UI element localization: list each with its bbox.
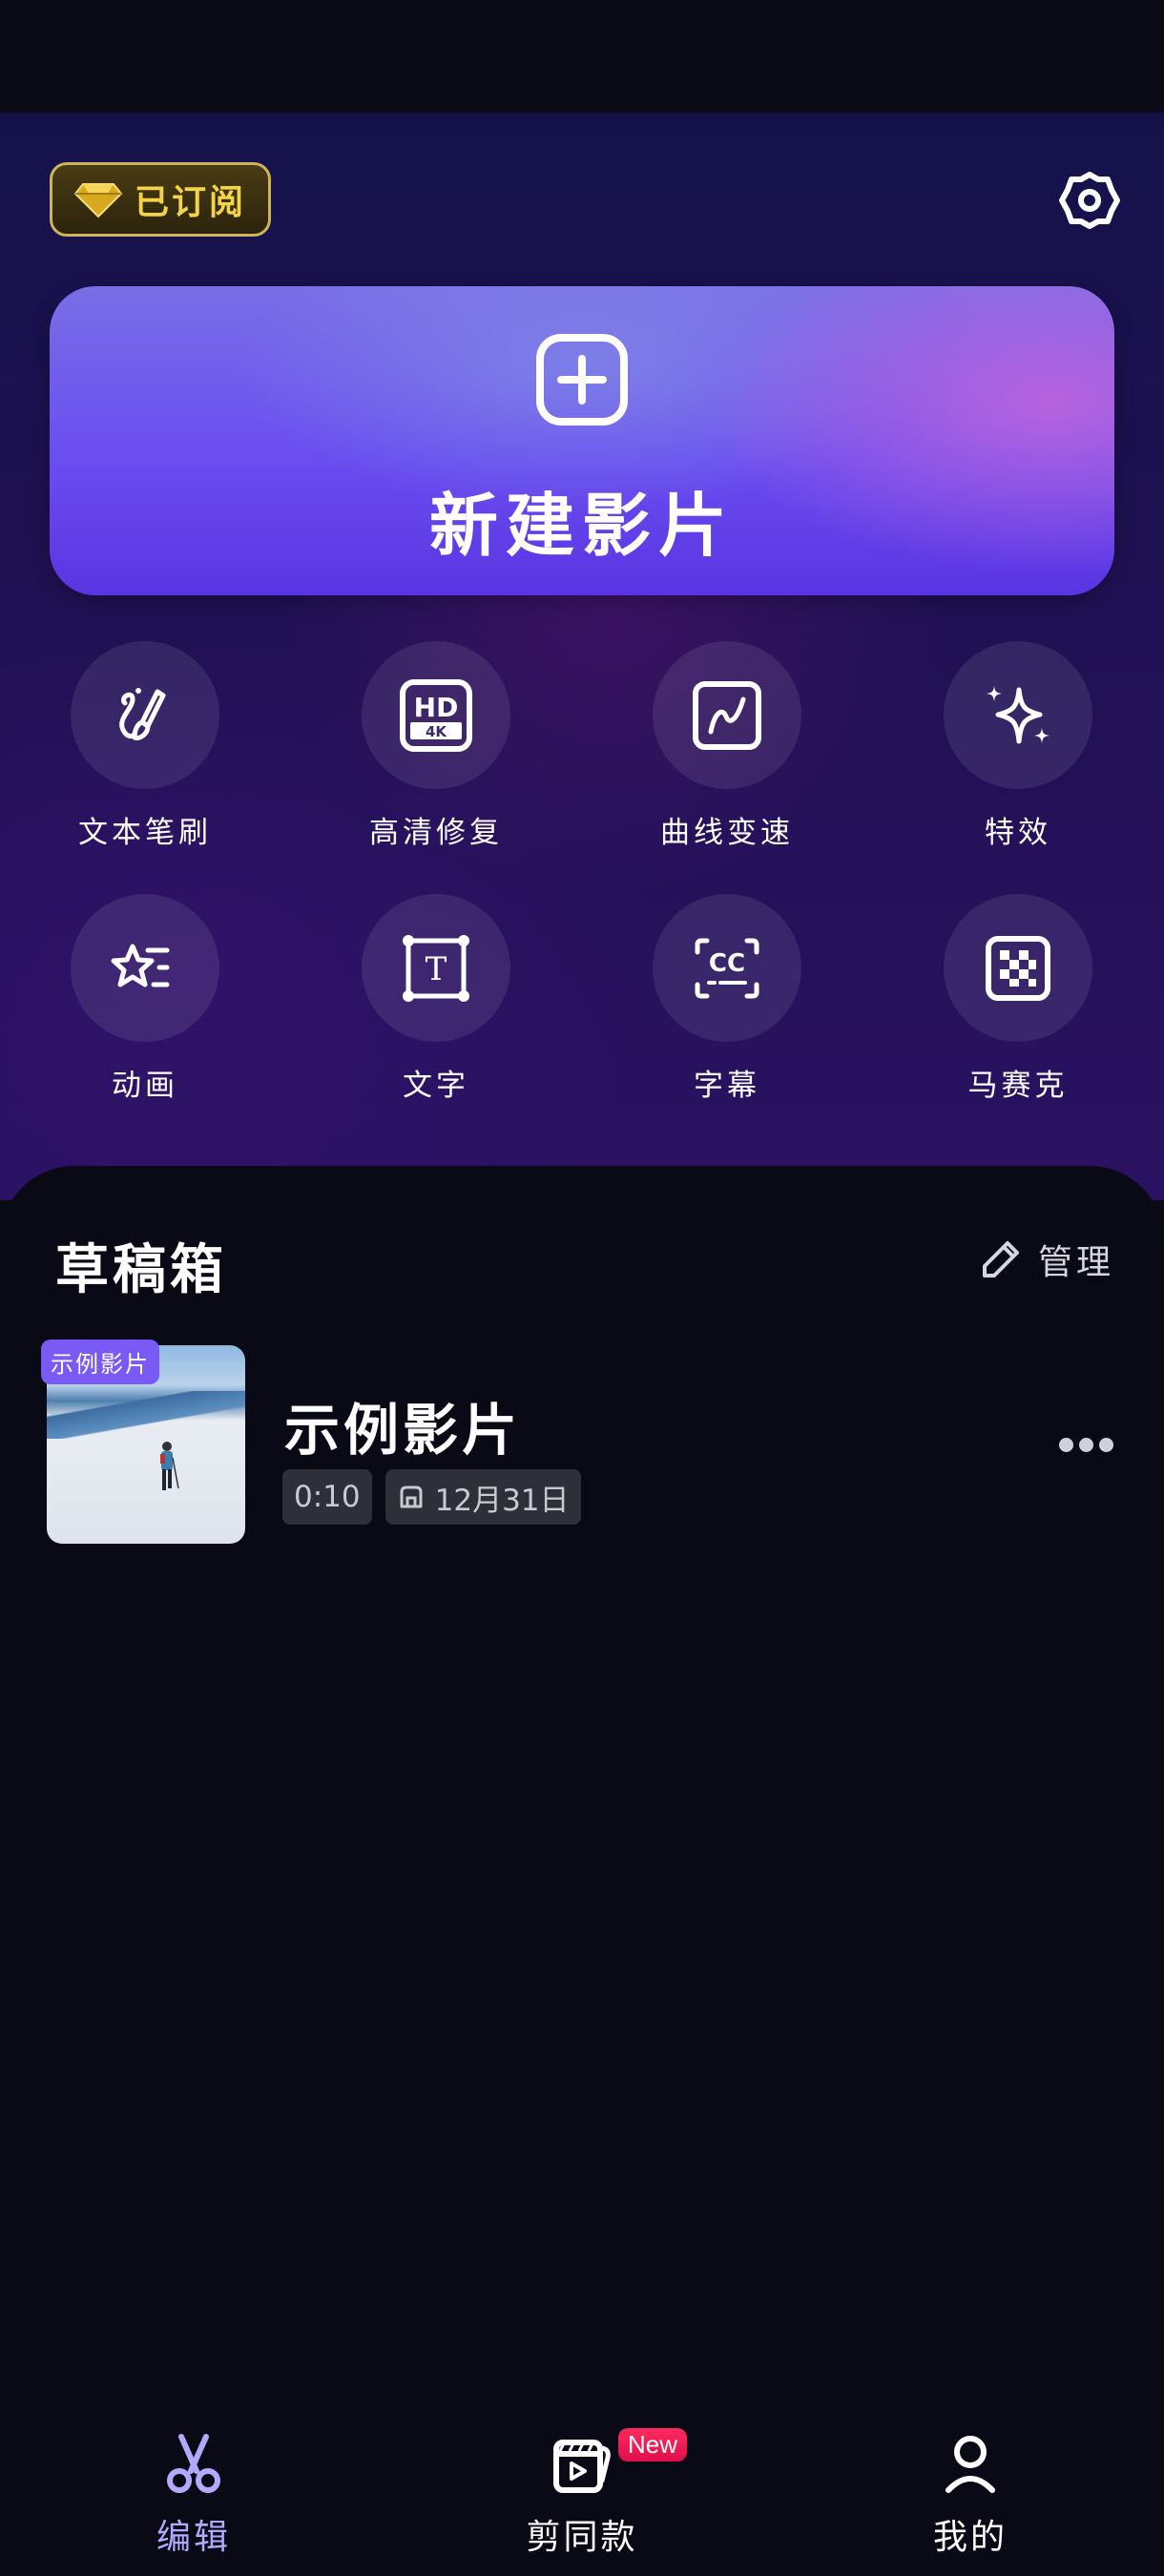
draft-meta: 0:10 12月31日 bbox=[282, 1469, 581, 1525]
tool-icon-circle: CC bbox=[653, 894, 801, 1042]
dot bbox=[1059, 1437, 1073, 1452]
dot bbox=[1079, 1437, 1093, 1452]
tool-curve-speed[interactable]: 曲线变速 bbox=[632, 641, 822, 851]
status-bar bbox=[0, 0, 1164, 113]
tool-label: 字幕 bbox=[694, 1069, 760, 1103]
tool-icon-circle bbox=[944, 894, 1092, 1042]
text-box-icon: T bbox=[403, 934, 469, 1002]
tool-icon-circle: HD 4K bbox=[362, 641, 510, 789]
duration-value: 0:10 bbox=[294, 1480, 361, 1514]
mosaic-icon bbox=[986, 935, 1050, 1001]
curve-speed-icon bbox=[693, 680, 761, 750]
tool-subtitles[interactable]: CC 字幕 bbox=[632, 894, 822, 1104]
tool-text[interactable]: T 文字 bbox=[341, 894, 531, 1104]
saved-date-value: 12月31日 bbox=[434, 1483, 570, 1518]
tool-text-brush[interactable]: 文本笔刷 bbox=[50, 641, 240, 851]
hd-4k-icon: HD 4K bbox=[400, 678, 472, 752]
star-animation-icon bbox=[111, 944, 170, 987]
tool-label: 高清修复 bbox=[369, 816, 503, 850]
subscription-badge[interactable]: 已订阅 bbox=[50, 162, 271, 237]
draft-item[interactable]: 示例影片 示例影片 0:10 12月31日 bbox=[38, 1340, 1126, 1559]
tool-icon-circle bbox=[71, 641, 219, 789]
dot bbox=[1099, 1437, 1113, 1452]
tool-hd-repair[interactable]: HD 4K 高清修复 bbox=[341, 641, 531, 851]
subscription-label: 已订阅 bbox=[135, 183, 247, 222]
bottom-tab-bar: 编辑 剪同款 我的 bbox=[0, 2404, 1164, 2576]
manage-button[interactable]: 管理 bbox=[979, 1235, 1114, 1284]
new-project-label: 新建影片 bbox=[428, 486, 735, 566]
duration-chip: 0:10 bbox=[282, 1469, 372, 1525]
tool-icon-circle bbox=[944, 641, 1092, 789]
closed-caption-icon: CC bbox=[695, 938, 759, 998]
tool-label: 文字 bbox=[403, 1069, 469, 1103]
tab-profile[interactable]: 我的 bbox=[875, 2431, 1066, 2559]
tab-label: 剪同款 bbox=[526, 2518, 638, 2557]
tool-icon-circle bbox=[653, 641, 801, 789]
tool-label: 动画 bbox=[112, 1069, 178, 1103]
pencil-icon bbox=[983, 1241, 1019, 1278]
tool-animation[interactable]: 动画 bbox=[50, 894, 240, 1104]
scissors-icon bbox=[167, 2434, 220, 2493]
tab-label: 我的 bbox=[932, 2518, 1008, 2557]
new-badge: New bbox=[618, 2428, 688, 2462]
tool-icon-circle: T bbox=[362, 894, 510, 1042]
tab-edit[interactable]: 编辑 bbox=[98, 2431, 289, 2559]
saved-date-chip: 12月31日 bbox=[385, 1469, 581, 1525]
save-icon bbox=[400, 1485, 423, 1508]
plus-square-icon bbox=[536, 334, 628, 426]
drafts-heading: 草稿箱 bbox=[55, 1239, 227, 1301]
user-icon bbox=[946, 2436, 995, 2493]
tool-effects[interactable]: 特效 bbox=[923, 641, 1113, 851]
drafts-panel: 草稿箱 管理 示例影片 示例影片 0:10 12月31日 bbox=[0, 1166, 1164, 2406]
sparkle-icon bbox=[987, 685, 1050, 743]
sample-tag: 示例影片 bbox=[41, 1340, 159, 1384]
svg-text:CC: CC bbox=[709, 949, 745, 978]
svg-text:4K: 4K bbox=[426, 723, 447, 740]
gear-icon[interactable] bbox=[1056, 167, 1123, 234]
manage-label: 管理 bbox=[1038, 1243, 1115, 1282]
template-clapper-icon bbox=[553, 2440, 611, 2493]
svg-text:HD: HD bbox=[414, 692, 459, 723]
text-brush-icon bbox=[119, 687, 166, 740]
skier-figure bbox=[160, 1442, 179, 1490]
diamond-icon bbox=[73, 183, 123, 218]
tool-label: 特效 bbox=[985, 816, 1051, 850]
tool-label: 文本笔刷 bbox=[78, 816, 212, 850]
svg-text:T: T bbox=[426, 950, 447, 988]
more-options-icon[interactable] bbox=[1059, 1425, 1126, 1464]
tool-mosaic[interactable]: 马赛克 bbox=[923, 894, 1113, 1104]
new-project-button[interactable]: 新建影片 bbox=[50, 286, 1114, 595]
tab-label: 编辑 bbox=[156, 2518, 231, 2557]
tool-label: 马赛克 bbox=[967, 1069, 1069, 1103]
draft-title: 示例影片 bbox=[284, 1398, 522, 1463]
thumbnail-mountains bbox=[47, 1391, 245, 1439]
tool-icon-circle bbox=[71, 894, 219, 1042]
tool-label: 曲线变速 bbox=[660, 816, 794, 850]
